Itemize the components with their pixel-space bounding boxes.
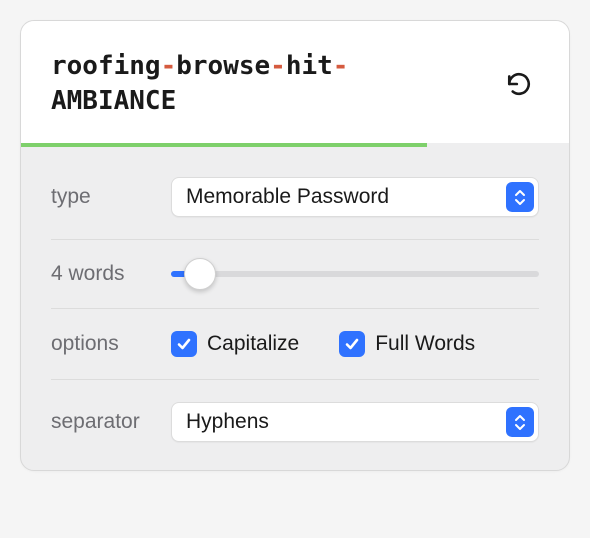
options-row: options Capitalize Full Words — [51, 309, 539, 380]
generated-password: roofing-browse-hit-AMBIANCE — [51, 49, 471, 119]
settings-section: type Memorable Password 4 words — [21, 147, 569, 470]
check-icon — [176, 336, 192, 352]
separator-select-value: Hyphens — [186, 410, 269, 434]
regenerate-button[interactable] — [499, 64, 539, 104]
type-label: type — [51, 185, 171, 209]
capitalize-label: Capitalize — [207, 332, 299, 356]
words-count-label: 4 words — [51, 262, 171, 286]
chevron-up-down-icon — [506, 182, 534, 212]
check-icon — [344, 336, 360, 352]
checkbox-box — [339, 331, 365, 357]
type-row: type Memorable Password — [51, 155, 539, 240]
slider-thumb[interactable] — [184, 258, 216, 290]
separator-select[interactable]: Hyphens — [171, 402, 539, 442]
separator-row: separator Hyphens — [51, 380, 539, 450]
type-select-value: Memorable Password — [186, 185, 389, 209]
options-label: options — [51, 332, 171, 356]
separator-label: separator — [51, 410, 171, 434]
password-generator-panel: roofing-browse-hit-AMBIANCE type Memorab… — [20, 20, 570, 471]
refresh-icon — [506, 71, 532, 97]
words-row: 4 words — [51, 240, 539, 309]
chevron-up-down-icon — [506, 407, 534, 437]
password-display-area: roofing-browse-hit-AMBIANCE — [21, 21, 569, 143]
full-words-label: Full Words — [375, 332, 475, 356]
type-select[interactable]: Memorable Password — [171, 177, 539, 217]
capitalize-checkbox[interactable]: Capitalize — [171, 331, 299, 357]
full-words-checkbox[interactable]: Full Words — [339, 331, 475, 357]
words-slider[interactable] — [171, 271, 539, 277]
checkbox-box — [171, 331, 197, 357]
